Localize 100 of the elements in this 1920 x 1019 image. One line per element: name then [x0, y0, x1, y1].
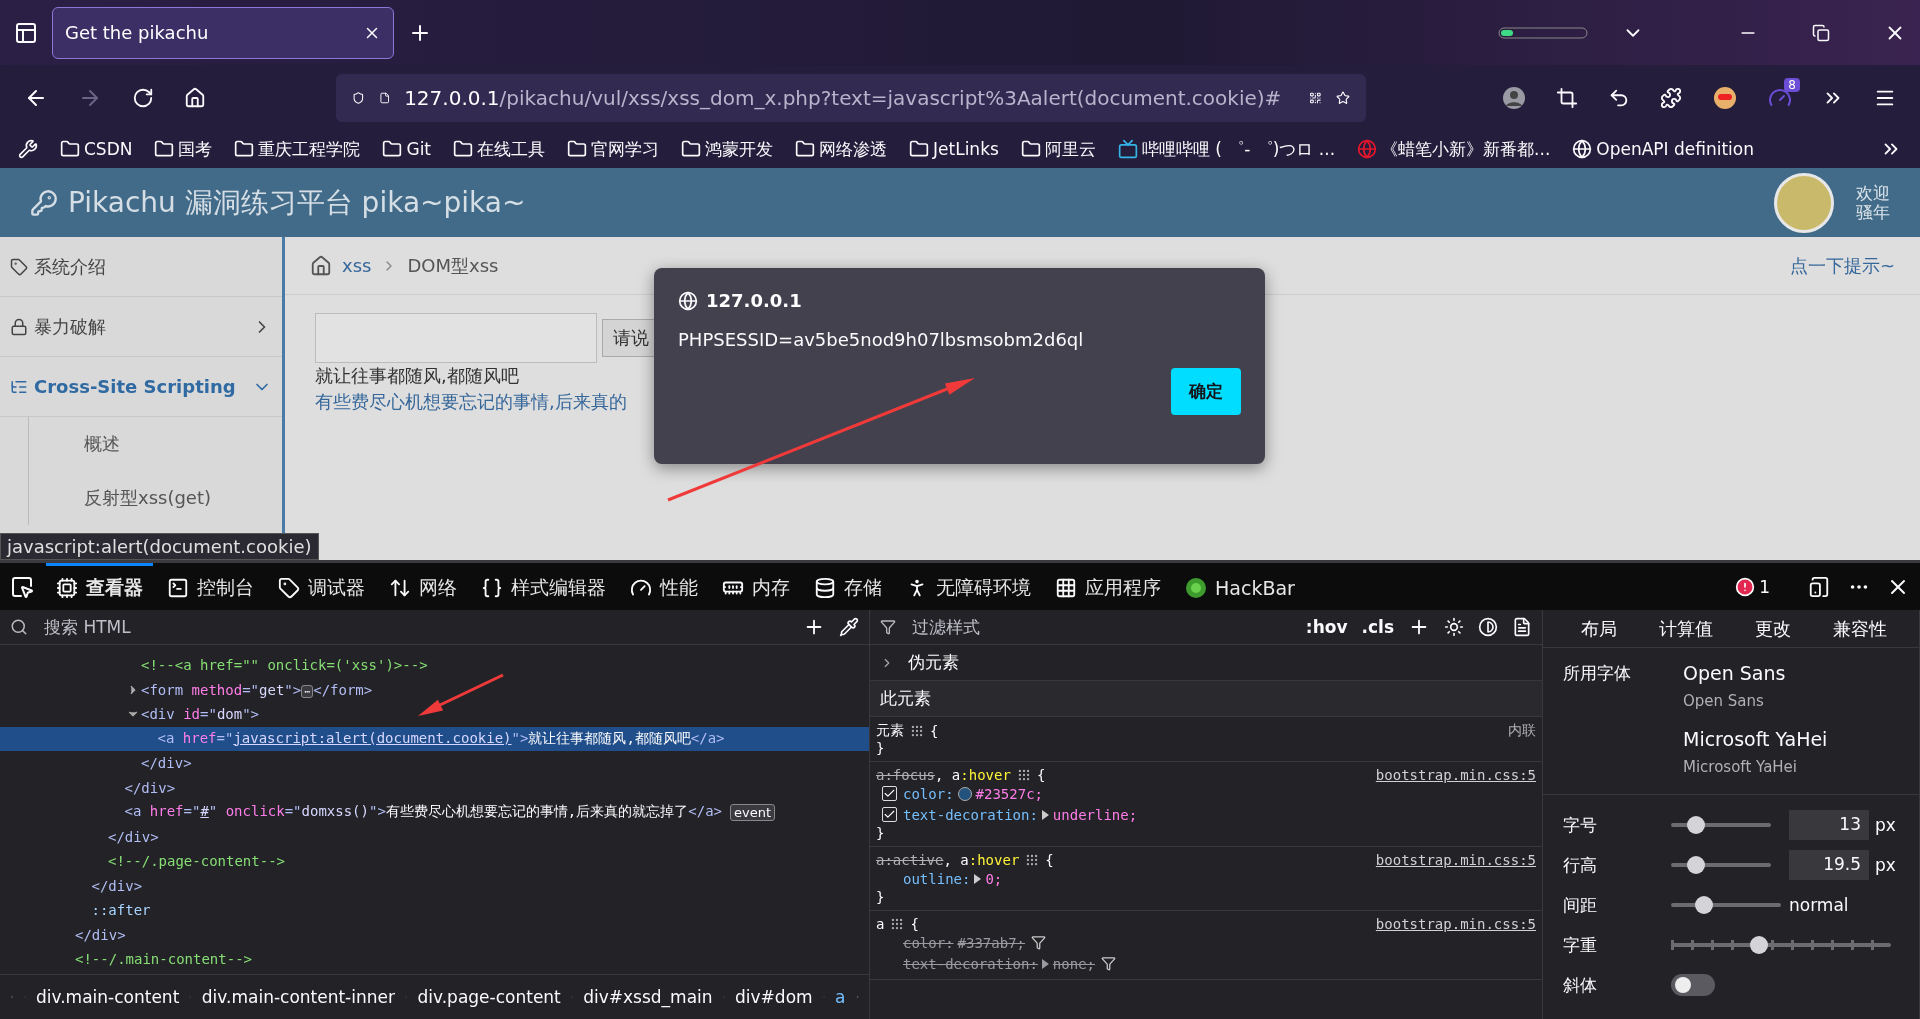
- sidebar-item[interactable]: 系统介绍: [0, 237, 282, 297]
- panel-tab[interactable]: 计算值: [1645, 616, 1727, 641]
- panel-tab[interactable]: 更改: [1741, 616, 1805, 641]
- responsive-icon[interactable]: [1808, 575, 1830, 598]
- checkbox[interactable]: [882, 807, 897, 822]
- slider-thumb[interactable]: [1687, 856, 1705, 874]
- devtools-tab[interactable]: 性能: [620, 563, 708, 610]
- grid-icon[interactable]: [1016, 768, 1031, 782]
- text-link[interactable]: 有些费尽心机想要忘记的事情,后来真的: [315, 391, 627, 412]
- filter-icon[interactable]: [1031, 935, 1046, 950]
- slider[interactable]: [1671, 855, 1771, 875]
- bookmark-item[interactable]: CSDN: [60, 139, 133, 159]
- code-line[interactable]: </div>: [124, 779, 176, 796]
- code-line[interactable]: <form method="get"> ⋯ </form>: [141, 681, 373, 698]
- crop-icon[interactable]: [1556, 86, 1578, 109]
- breadcrumb-item[interactable]: div#dom: [735, 987, 813, 1007]
- folder-icon[interactable]: [909, 139, 930, 159]
- slider[interactable]: [1671, 895, 1781, 915]
- filter-icon[interactable]: [1101, 956, 1116, 971]
- reload-icon[interactable]: [132, 86, 154, 109]
- devtools-tab[interactable]: 无障碍环境: [896, 563, 1041, 610]
- bookmark-item[interactable]: 阿里云: [1020, 137, 1096, 161]
- devtools-tab[interactable]: 应用程序: [1045, 563, 1171, 610]
- sidebar-item[interactable]: Cross-Site Scripting: [0, 357, 282, 417]
- toggle-button[interactable]: :hov: [1305, 617, 1348, 637]
- slider[interactable]: [1671, 815, 1771, 835]
- breadcrumb-item[interactable]: div#xssd_main: [583, 987, 713, 1007]
- ok-button[interactable]: 确定: [1171, 368, 1241, 415]
- bookmark-item[interactable]: 网络渗透: [795, 137, 888, 161]
- source-link[interactable]: bootstrap.min.css:5: [1375, 916, 1536, 932]
- filter-field[interactable]: 过滤样式: [910, 616, 1292, 638]
- bookmark-item[interactable]: 鸿蒙开发: [681, 137, 774, 161]
- grid-icon[interactable]: [910, 724, 924, 738]
- source-link[interactable]: bootstrap.min.css:5: [1375, 852, 1536, 868]
- code-line[interactable]: <!--<a href="" onclick=('xss')>-->: [141, 657, 428, 674]
- number-field[interactable]: 19.5: [1789, 850, 1869, 880]
- avatar-icon[interactable]: [1502, 85, 1526, 110]
- sidebar-item[interactable]: 暴力破解: [0, 297, 282, 357]
- slider[interactable]: [1671, 935, 1891, 955]
- event-badge[interactable]: event: [730, 803, 776, 821]
- devtools-tab[interactable]: 网络: [379, 563, 467, 610]
- expand-icon[interactable]: [1041, 809, 1049, 820]
- folder-icon[interactable]: [60, 139, 80, 159]
- bookmark-item[interactable]: 重庆工程学院: [234, 137, 361, 161]
- address-bar[interactable]: 127.0.0.1/pikachu/vul/xss/xss_dom_x.php?text=javascript%3Aalert(document.cookie)#: [336, 73, 1366, 122]
- contrast-icon[interactable]: [1478, 617, 1498, 637]
- code-line[interactable]: <div id="dom">: [141, 706, 260, 723]
- breadcrumb-link[interactable]: xss: [342, 255, 372, 276]
- devtools-tab[interactable]: 样式编辑器: [471, 563, 616, 610]
- result-link[interactable]: 就让往事都随风,都随风吧: [315, 365, 519, 386]
- breadcrumb-item[interactable]: a: [835, 987, 846, 1007]
- devtools-tab[interactable]: 调试器: [268, 563, 375, 610]
- input-field[interactable]: [315, 313, 597, 363]
- sun-icon[interactable]: [1444, 617, 1464, 637]
- browser-tab[interactable]: Get the pikachu: [52, 6, 394, 59]
- bookmark-item[interactable]: OpenAPI definition: [1572, 139, 1755, 159]
- eyedropper-icon[interactable]: [839, 617, 859, 637]
- grid-icon[interactable]: [890, 917, 905, 931]
- bookmark-item[interactable]: Git: [382, 139, 432, 159]
- document-icon[interactable]: [1512, 617, 1532, 637]
- restore-icon[interactable]: [1812, 23, 1830, 42]
- folder-icon[interactable]: [795, 139, 816, 159]
- bookmark-item[interactable]: JetLinks: [909, 139, 999, 159]
- toggle-switch[interactable]: [1671, 974, 1715, 996]
- sidebar-subitem[interactable]: 反射型xss(get): [28, 471, 282, 525]
- breadcrumb-item[interactable]: div.main-content-inner: [201, 987, 395, 1007]
- number-field[interactable]: 13: [1789, 810, 1869, 840]
- checkbox[interactable]: [882, 786, 897, 801]
- globe-icon[interactable]: [1572, 139, 1593, 159]
- code-line[interactable]: </div>: [91, 877, 143, 894]
- folder-icon[interactable]: [234, 139, 255, 159]
- expand-icon[interactable]: [974, 873, 982, 884]
- devtools-tab[interactable]: 内存: [712, 563, 800, 610]
- devtools-tab[interactable]: 查看器: [46, 563, 153, 610]
- devtools-tab[interactable]: 存储: [804, 563, 892, 610]
- tv-icon[interactable]: [1117, 139, 1138, 159]
- code-line[interactable]: </div>: [108, 828, 159, 845]
- sidebar-subitem[interactable]: 概述: [28, 417, 282, 471]
- folder-icon[interactable]: [681, 139, 702, 159]
- toggle-button[interactable]: .cls: [1361, 617, 1394, 637]
- code-line[interactable]: ::after: [91, 902, 151, 919]
- section-header[interactable]: 伪元素: [908, 651, 959, 674]
- panel-tab[interactable]: 兼容性: [1819, 616, 1901, 641]
- folder-icon[interactable]: [1020, 139, 1041, 159]
- search-field[interactable]: 搜索 HTML: [42, 616, 789, 638]
- expand-icon[interactable]: [1041, 958, 1049, 969]
- grid-icon[interactable]: [1025, 853, 1040, 867]
- code-line[interactable]: </div>: [75, 926, 126, 943]
- bookmark-item[interactable]: 国考: [154, 137, 213, 161]
- code-line[interactable]: <!--/.page-content-->: [108, 853, 285, 870]
- breadcrumb-item[interactable]: div.page-content: [417, 987, 561, 1007]
- panel-tab[interactable]: 布局: [1567, 616, 1631, 641]
- bookmark-item[interactable]: 哔哩哔哩 ( ゜- ゜)つロ ...: [1117, 137, 1336, 161]
- slider-thumb[interactable]: [1695, 896, 1713, 914]
- devtools-tab[interactable]: HackBar: [1175, 563, 1305, 610]
- folder-icon[interactable]: [154, 139, 175, 159]
- folder-icon[interactable]: [382, 139, 403, 159]
- folder-icon[interactable]: [567, 139, 588, 159]
- hint-link[interactable]: 点一下提示~: [1789, 253, 1895, 278]
- bookmark-item[interactable]: 在线工具: [453, 137, 546, 161]
